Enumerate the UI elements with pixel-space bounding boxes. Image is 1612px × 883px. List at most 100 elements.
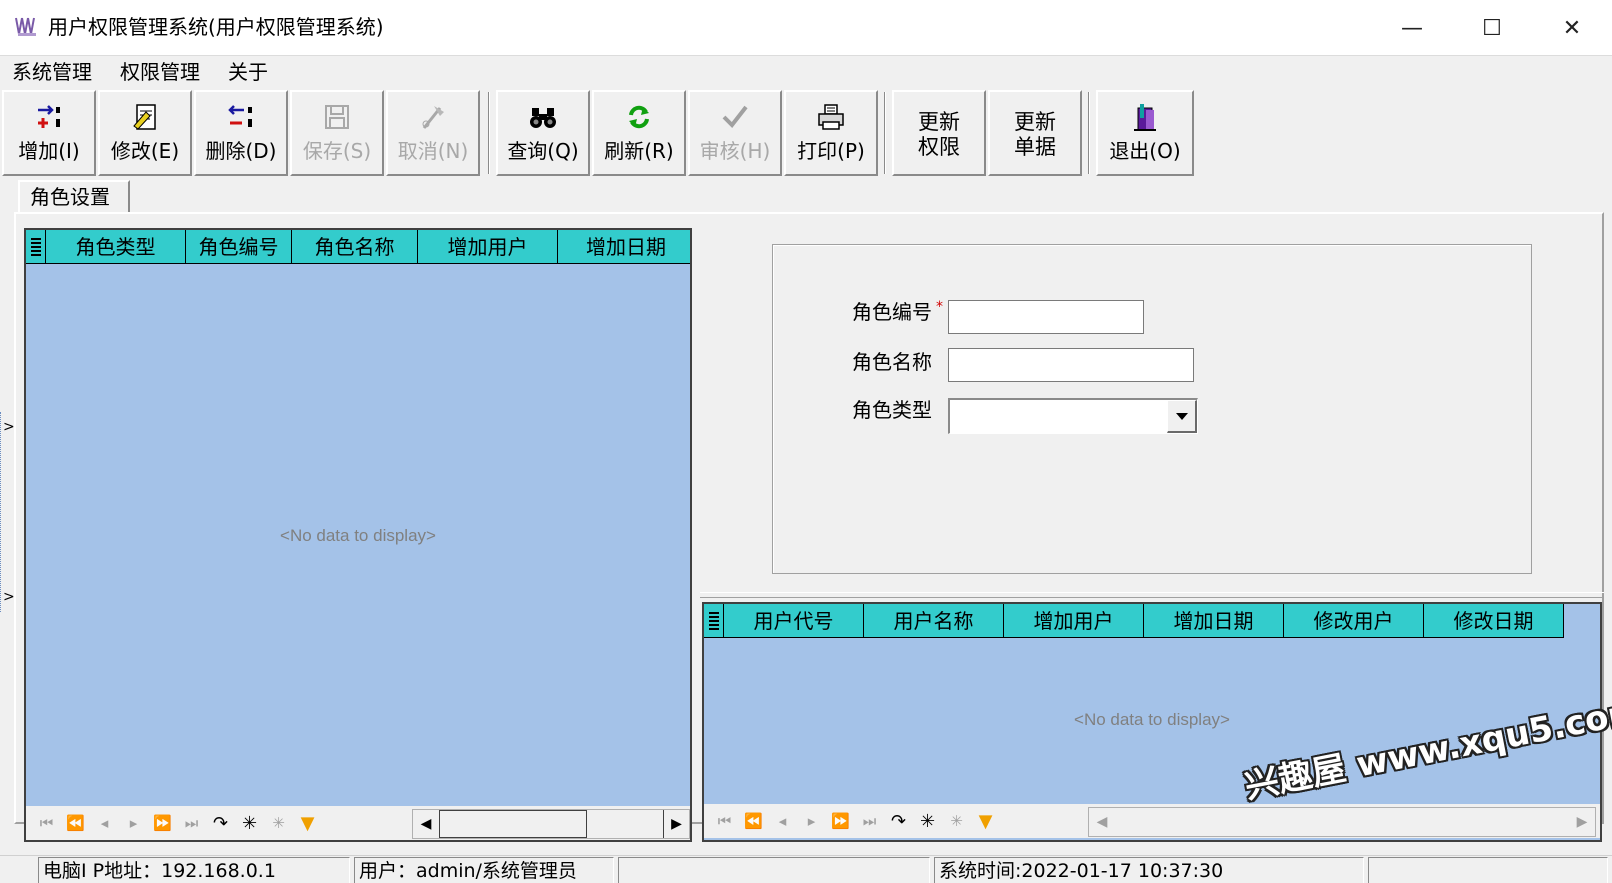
next-record-icon[interactable]: ▸ (797, 806, 826, 836)
printer-icon (786, 100, 876, 134)
scroll-left-icon[interactable]: ◀ (1089, 808, 1115, 836)
prev-page-icon[interactable]: ⏪ (61, 808, 90, 838)
first-record-icon[interactable]: ⏮ (32, 808, 61, 838)
insert-record-icon[interactable]: ✳ (913, 806, 942, 836)
role-type-select[interactable] (948, 398, 1198, 434)
next-page-icon[interactable]: ⏩ (148, 808, 177, 838)
title-bar: 用户权限管理系统(用户权限管理系统) — ☐ ✕ (0, 0, 1612, 56)
delete-button[interactable]: 删除(D) (194, 90, 288, 176)
col-modify-user[interactable]: 修改用户 (1284, 604, 1424, 638)
menu-about[interactable]: 关于 (228, 58, 268, 86)
scroll-thumb[interactable] (439, 810, 587, 838)
toolbar-separator (884, 92, 886, 174)
exit-button[interactable]: 退出(O) (1096, 90, 1194, 176)
update-permission-label: 更新 权限 (918, 110, 960, 159)
add-icon (4, 100, 94, 134)
refresh-records-icon[interactable]: ↷ (206, 808, 235, 838)
role-code-input[interactable] (948, 300, 1144, 334)
insert-record-icon[interactable]: ✳ (235, 808, 264, 838)
role-grid-header: 角色类型 角色编号 角色名称 增加用户 增加日期 (26, 230, 690, 264)
binoculars-icon (498, 100, 588, 134)
save-button[interactable]: 保存(S) (290, 90, 384, 176)
save-label: 保存(S) (302, 139, 372, 163)
toolbar-separator (488, 92, 490, 174)
scroll-left-icon[interactable]: ◀ (413, 810, 439, 838)
last-record-icon[interactable]: ⏭ (855, 806, 884, 836)
close-button[interactable]: ✕ (1532, 0, 1612, 56)
edit-label: 修改(E) (110, 139, 180, 163)
status-time: 系统时间:2022-01-17 10:37:30 (934, 857, 1364, 883)
col-user-name[interactable]: 用户名称 (864, 604, 1004, 638)
col-role-code[interactable]: 角色编号 (186, 230, 292, 264)
filter-icon[interactable]: ▼ (293, 808, 322, 838)
print-button[interactable]: 打印(P) (784, 90, 878, 176)
chevron-right-icon[interactable]: > (3, 420, 15, 434)
menu-system-management[interactable]: 系统管理 (12, 58, 92, 86)
next-page-icon[interactable]: ⏩ (826, 806, 855, 836)
prev-record-icon[interactable]: ◂ (768, 806, 797, 836)
first-record-icon[interactable]: ⏮ (710, 806, 739, 836)
role-grid-hscroll[interactable]: ◀ ▶ (412, 809, 690, 839)
prev-record-icon[interactable]: ◂ (90, 808, 119, 838)
save-icon (292, 100, 382, 134)
cancel-icon (388, 100, 478, 134)
last-record-icon[interactable]: ⏭ (177, 808, 206, 838)
tab-role-settings[interactable]: 角色设置 (18, 180, 130, 214)
exit-door-icon (1098, 100, 1192, 134)
refresh-label: 刷新(R) (604, 139, 674, 163)
role-name-input[interactable] (948, 348, 1194, 382)
prev-page-icon[interactable]: ⏪ (739, 806, 768, 836)
role-grid[interactable]: 角色类型 角色编号 角色名称 增加用户 增加日期 <No data to dis… (24, 228, 692, 842)
exit-label: 退出(O) (1109, 139, 1181, 163)
audit-button[interactable]: 审核(H) (688, 90, 782, 176)
minimize-button[interactable]: — (1372, 0, 1452, 56)
maximize-button[interactable]: ☐ (1452, 0, 1532, 56)
print-label: 打印(P) (797, 139, 865, 163)
edit-button[interactable]: 修改(E) (98, 90, 192, 176)
scroll-right-icon[interactable]: ▶ (663, 810, 689, 838)
row-indicator-icon (704, 604, 724, 638)
cancel-label: 取消(N) (397, 139, 469, 163)
maximize-icon: ☐ (1482, 15, 1502, 41)
col-add-user[interactable]: 增加用户 (1004, 604, 1144, 638)
row-indicator-icon (26, 230, 46, 264)
col-modify-date[interactable]: 修改日期 (1424, 604, 1564, 638)
refresh-button[interactable]: 刷新(R) (592, 90, 686, 176)
add-label: 增加(I) (18, 139, 80, 163)
cancel-button[interactable]: 取消(N) (386, 90, 480, 176)
scroll-right-icon[interactable]: ▶ (1569, 808, 1595, 836)
append-record-icon[interactable]: ✳ (942, 806, 971, 836)
required-mark: * (936, 299, 943, 315)
append-record-icon[interactable]: ✳ (264, 808, 293, 838)
user-grid-navigator: ⏮ ⏪ ◂ ▸ ⏩ ⏭ ↷ ✳ ✳ ▼ ◀ ▶ (704, 804, 1600, 838)
status-ip: 电脑I P地址：192.168.0.1 (38, 857, 350, 883)
side-splitter[interactable]: > > (0, 412, 15, 612)
add-button[interactable]: 增加(I) (2, 90, 96, 176)
chevron-down-icon (1175, 412, 1188, 420)
col-role-type[interactable]: 角色类型 (46, 230, 186, 264)
update-permission-button[interactable]: 更新 权限 (892, 90, 986, 176)
col-add-user[interactable]: 增加用户 (418, 230, 558, 264)
query-button[interactable]: 查询(Q) (496, 90, 590, 176)
role-grid-navigator: ⏮ ⏪ ◂ ▸ ⏩ ⏭ ↷ ✳ ✳ ▼ ◀ ▶ (26, 806, 690, 840)
role-name-label: 角色名称 (852, 350, 932, 374)
toolbar-separator (1088, 92, 1090, 174)
user-grid-hscroll[interactable]: ◀ ▶ (1088, 807, 1596, 837)
col-role-name[interactable]: 角色名称 (292, 230, 418, 264)
col-add-date[interactable]: 增加日期 (558, 230, 690, 264)
col-add-date[interactable]: 增加日期 (1144, 604, 1284, 638)
update-document-button[interactable]: 更新 单据 (988, 90, 1082, 176)
delete-label: 删除(D) (205, 139, 277, 163)
dropdown-button[interactable] (1167, 400, 1197, 433)
toolbar: 增加(I) 修改(E) 删除(D) 保存(S) 取消(N) 查询(Q) 刷新(R… (0, 88, 1612, 178)
next-record-icon[interactable]: ▸ (119, 808, 148, 838)
refresh-icon (594, 100, 684, 134)
chevron-right-icon[interactable]: > (3, 590, 15, 604)
update-document-label: 更新 单据 (1014, 110, 1056, 159)
menu-permission-management[interactable]: 权限管理 (120, 58, 200, 86)
horizontal-splitter[interactable] (700, 592, 1604, 598)
query-label: 查询(Q) (507, 139, 579, 163)
col-user-code[interactable]: 用户代号 (724, 604, 864, 638)
filter-icon[interactable]: ▼ (971, 806, 1000, 836)
refresh-records-icon[interactable]: ↷ (884, 806, 913, 836)
